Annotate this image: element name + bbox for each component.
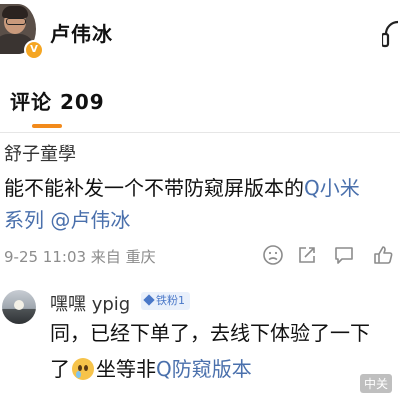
comment-meta: 9-25 11:03 来自 重庆 — [4, 248, 156, 266]
diamond-icon — [143, 294, 155, 306]
topic-search-icon: Q — [304, 176, 320, 200]
comment-username[interactable]: 舒子童學 — [4, 140, 76, 166]
emoji-cry-icon — [72, 358, 94, 380]
reply-text-line1: 同，已经下单了，去线下体验了一下 — [50, 321, 370, 345]
tab-comments[interactable]: 评论 209 — [10, 86, 105, 115]
comment-text-line2: 系列 @卢伟冰 — [4, 204, 400, 236]
comment-text-line1: 能不能补发一个不带防窥屏版本的Q小米 — [4, 172, 400, 204]
topic-text: 防窥版本 — [171, 357, 252, 381]
dislike-icon[interactable] — [262, 244, 284, 266]
topic-search-icon: Q — [156, 357, 172, 381]
reply-text-line2: 了 坐等非Q防窥版本 — [50, 352, 400, 386]
reply-text-prefix: 了 — [50, 357, 70, 381]
author-name[interactable]: 卢伟冰 — [50, 18, 113, 47]
listen-icon[interactable] — [382, 18, 400, 48]
comment-text: 能不能补发一个不带防窥屏版本的 — [4, 176, 304, 200]
topic-text: 小米 — [319, 176, 360, 200]
comment-icon[interactable] — [333, 244, 355, 266]
verified-badge-icon: V — [24, 40, 44, 60]
post-header: V 卢伟冰 — [0, 0, 400, 72]
topic-link[interactable]: Q小米 — [304, 176, 360, 200]
reply-text-mid: 坐等非 — [96, 357, 156, 381]
divider — [0, 132, 400, 133]
like-icon[interactable] — [372, 244, 394, 266]
fan-badge-label: 铁粉1 — [156, 294, 185, 307]
fan-badge: 铁粉1 — [141, 292, 190, 310]
watermark: 中关 — [360, 374, 393, 393]
mention-link[interactable]: @卢伟冰 — [50, 208, 130, 232]
reply-avatar[interactable] — [2, 290, 36, 324]
share-icon[interactable] — [296, 244, 318, 266]
reply-username[interactable]: 嘿嘿 ypig — [50, 290, 130, 316]
tab-active-indicator — [32, 124, 62, 128]
topic-link[interactable]: Q防窥版本 — [156, 357, 252, 381]
topic-continued[interactable]: 系列 — [4, 208, 44, 232]
